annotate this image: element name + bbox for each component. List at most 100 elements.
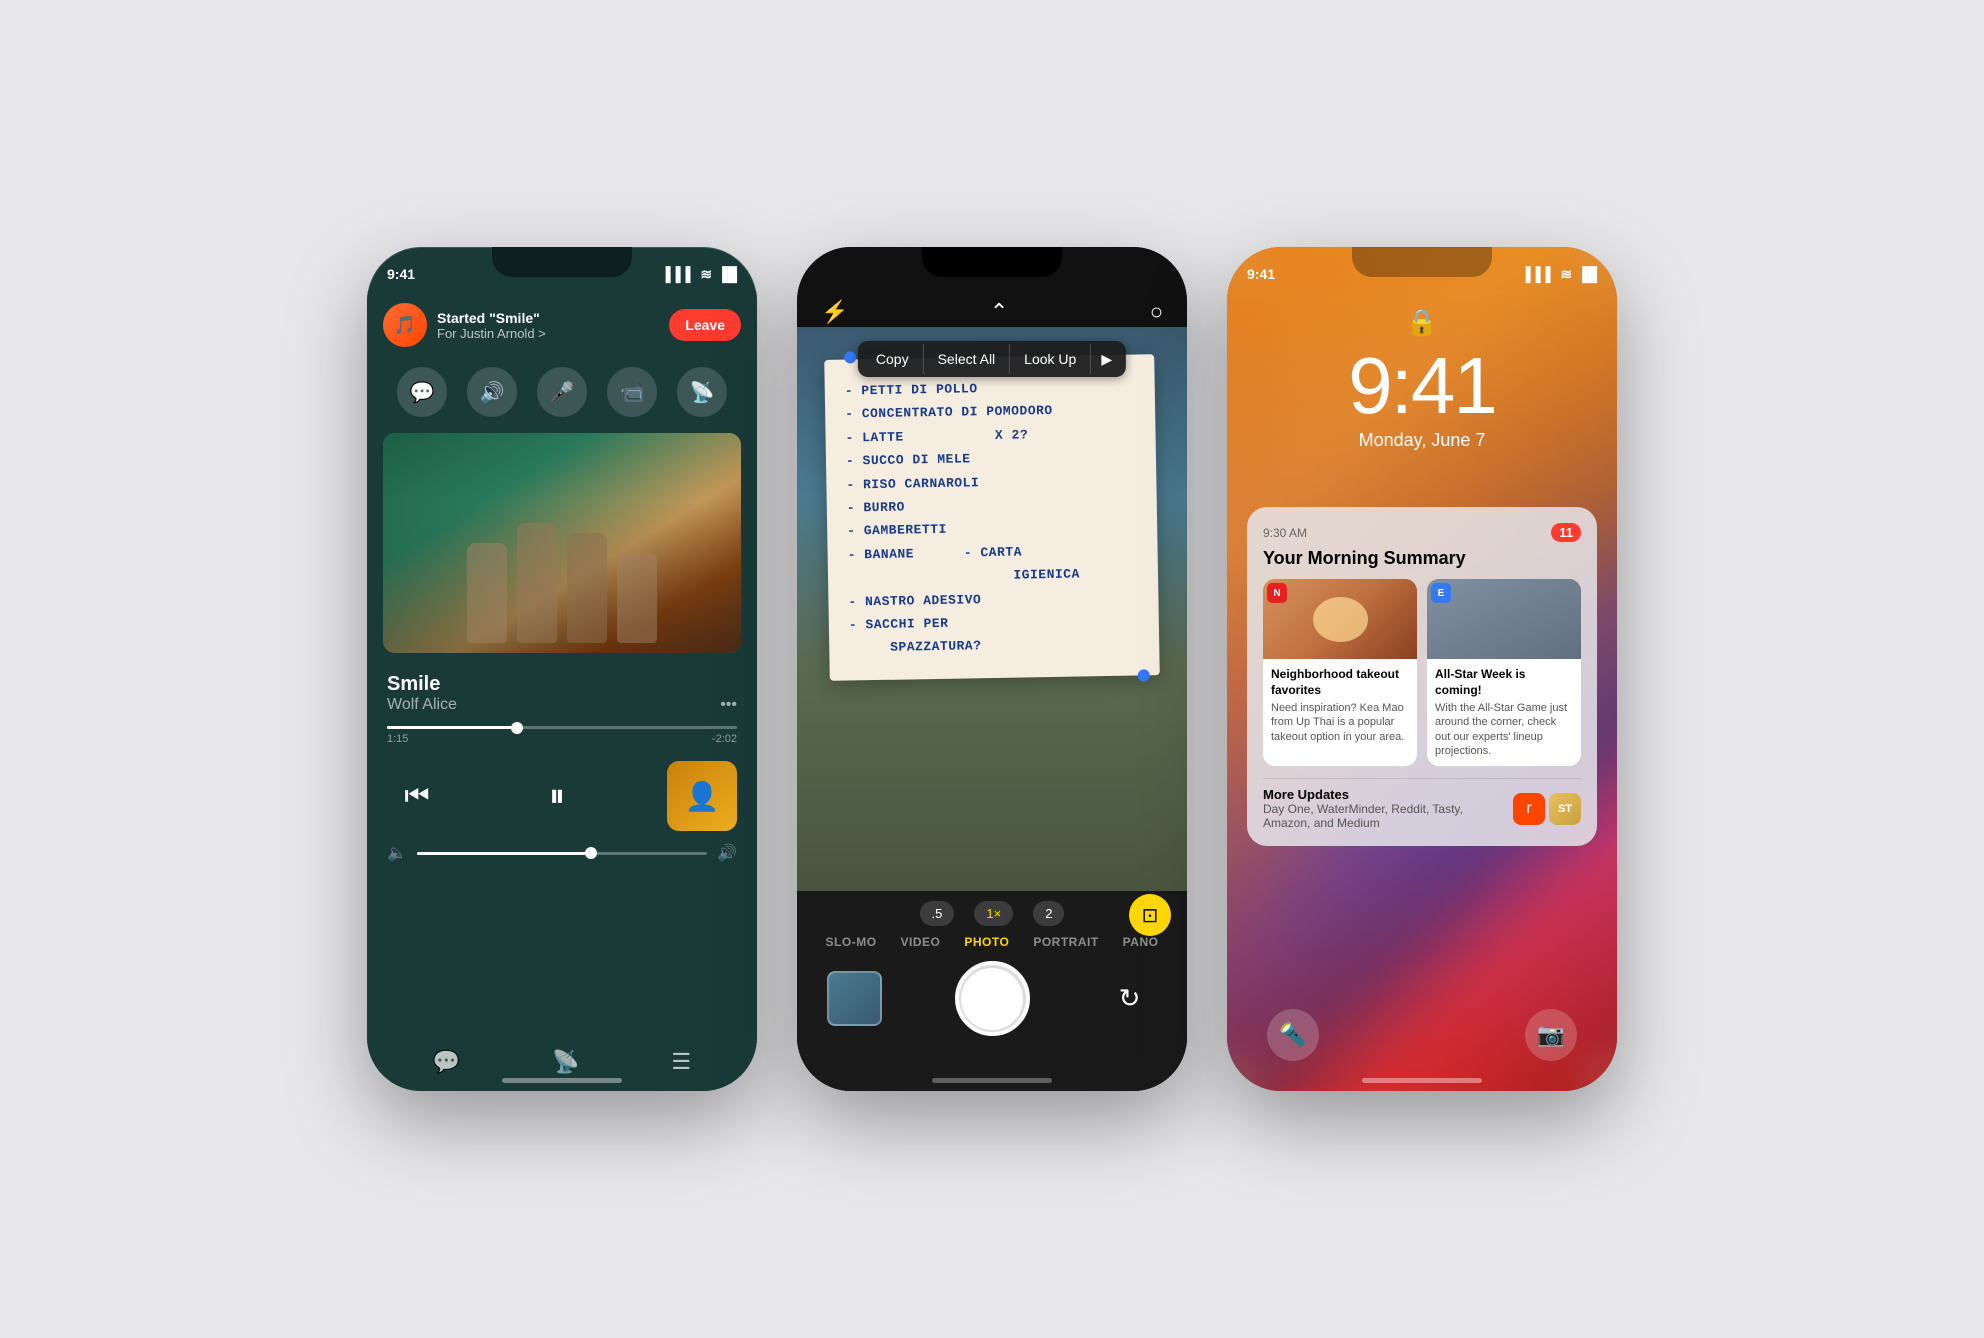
settings-circle-icon[interactable]: ○ (1150, 299, 1163, 325)
camera-quick-button[interactable]: 📷 (1525, 1009, 1577, 1061)
portrait-mode[interactable]: PORTRAIT (1033, 935, 1098, 949)
status-time-3: 9:41 (1247, 266, 1275, 282)
zoom-0.5-button[interactable]: .5 (920, 901, 955, 926)
audio-button[interactable]: 🔊 (467, 367, 517, 417)
selection-cursor (1138, 669, 1150, 681)
shutter-button[interactable] (955, 961, 1030, 1036)
lockscreen-content: 9:41 ▌▌▌ ≋ ▐█ 🔒 9:41 Monday, June 7 9:30… (1227, 247, 1617, 1091)
pano-mode[interactable]: PANO (1123, 935, 1159, 949)
notification-count: 11 (1551, 523, 1581, 542)
article-logo-2: E (1431, 583, 1451, 603)
band-silhouette (383, 499, 741, 653)
note-card: - PETTI DI POLLO - CONCENTRATO DI POMODO… (824, 354, 1160, 680)
status-icons-3: ▌▌▌ ≋ ▐█ (1526, 266, 1597, 283)
lock-date: Monday, June 7 (1359, 430, 1486, 451)
notch-2 (922, 247, 1062, 277)
select-all-menu-item[interactable]: Select All (924, 341, 1010, 377)
phone-camera: ⚡ ⌃ ○ Copy Select All Look Up ▶ (797, 247, 1187, 1091)
zoom-1x-button[interactable]: 1× (974, 901, 1013, 926)
volume-track[interactable] (417, 852, 707, 855)
photo-thumbnail[interactable] (827, 971, 882, 1026)
camera-modes: SLO-MO VIDEO PHOTO PORTRAIT PANO (797, 931, 1187, 957)
camera-viewfinder: Copy Select All Look Up ▶ - PETTI DI POL… (797, 327, 1187, 891)
article-desc-2: With the All-Star Game just around the c… (1435, 701, 1573, 758)
volume-control: 🔈 🔊 (367, 843, 757, 863)
progress-thumb[interactable] (511, 722, 523, 734)
look-up-menu-item[interactable]: Look Up (1010, 341, 1090, 377)
rewind-button[interactable]: ⏮ (387, 766, 447, 826)
signal-icon-3: ▌▌▌ (1526, 266, 1556, 282)
article-image-2: E (1427, 579, 1581, 659)
avatar: 🎵 (383, 303, 427, 347)
video-button[interactable]: 📹 (607, 367, 657, 417)
time-labels: 1:15 -2:02 (387, 733, 737, 745)
camera-screen: ⚡ ⌃ ○ Copy Select All Look Up ▶ (797, 247, 1187, 1091)
more-updates-desc: Day One, WaterMinder, Reddit, Tasty, Ama… (1263, 802, 1505, 830)
battery-icon-3: ▐█ (1577, 266, 1597, 282)
article-headline-1: Neighborhood takeout favorites (1271, 667, 1409, 698)
shareplay-screen: 🎵 Started "Smile" For Justin Arnold > Le… (367, 291, 757, 1091)
home-indicator-3[interactable] (1362, 1078, 1482, 1083)
more-updates-text: More Updates Day One, WaterMinder, Reddi… (1263, 787, 1505, 830)
shareplay-header: 🎵 Started "Smile" For Justin Arnold > Le… (367, 291, 757, 359)
phone-lockscreen: 9:41 ▌▌▌ ≋ ▐█ 🔒 9:41 Monday, June 7 9:30… (1227, 247, 1617, 1091)
progress-bar-container[interactable]: 1:15 -2:02 (367, 718, 757, 753)
slo-mo-mode[interactable]: SLO-MO (826, 935, 877, 949)
status-icons-1: ▌▌▌ ≋ ▐█ (666, 266, 737, 283)
album-art (383, 433, 741, 653)
live-text-icon[interactable]: ⊡ (1129, 894, 1171, 936)
chevron-up-icon[interactable]: ⌃ (990, 299, 1008, 325)
article-card-2[interactable]: E All-Star Week is coming! With the All-… (1427, 579, 1581, 766)
menu-more-arrow[interactable]: ▶ (1091, 343, 1122, 376)
home-indicator-1[interactable] (502, 1078, 622, 1083)
playback-controls: ⏮ ⏸ 👤 (367, 753, 757, 839)
article-headline-2: All-Star Week is coming! (1435, 667, 1573, 698)
live-text-menu: Copy Select All Look Up ▶ (858, 341, 1126, 377)
pause-button[interactable]: ⏸ (527, 766, 587, 826)
chat-button[interactable]: 💬 (397, 367, 447, 417)
person-2 (517, 523, 557, 643)
photo-mode[interactable]: PHOTO (964, 935, 1009, 949)
lock-icon: 🔒 (1406, 307, 1438, 338)
more-updates-title: More Updates (1263, 787, 1505, 802)
copy-menu-item[interactable]: Copy (862, 341, 923, 377)
camera-shutter-row: ↻ (797, 957, 1187, 1040)
lock-time: 9:41 (1348, 346, 1496, 426)
mic-button[interactable]: 🎤 (537, 367, 587, 417)
leave-button[interactable]: Leave (669, 309, 741, 341)
person-3 (567, 533, 607, 643)
camera-bottom: .5 1× 2 SLO-MO VIDEO PHOTO PORTRAIT PANO (797, 891, 1187, 1091)
notification-title: Your Morning Summary (1263, 548, 1581, 569)
current-time: 1:15 (387, 733, 408, 745)
article-card-1[interactable]: N Neighborhood takeout favorites Need in… (1263, 579, 1417, 766)
more-updates[interactable]: More Updates Day One, WaterMinder, Reddi… (1263, 778, 1581, 830)
article-body-2: All-Star Week is coming! With the All-St… (1427, 659, 1581, 766)
notification-card[interactable]: 9:30 AM 11 Your Morning Summary (1247, 507, 1597, 846)
flashlight-button[interactable]: 🔦 (1267, 1009, 1319, 1061)
progress-track[interactable] (387, 726, 737, 729)
article-body-1: Neighborhood takeout favorites Need insp… (1263, 659, 1417, 752)
status-time-1: 9:41 (387, 266, 415, 282)
notch-1 (492, 247, 632, 277)
person-1 (467, 543, 507, 643)
app-icons-row: r ST (1513, 793, 1581, 825)
volume-thumb[interactable] (585, 847, 597, 859)
shareplay-button[interactable]: 📡 (677, 367, 727, 417)
wifi-icon-3: ≋ (1560, 266, 1572, 283)
notification-articles: N Neighborhood takeout favorites Need in… (1263, 579, 1581, 766)
food-shape (1313, 597, 1368, 642)
flash-icon[interactable]: ⚡ (821, 299, 848, 325)
lyrics-button[interactable]: 💬 (433, 1049, 460, 1075)
flip-camera-button[interactable]: ↻ (1102, 971, 1157, 1026)
st-icon: ST (1549, 793, 1581, 825)
zoom-2-button[interactable]: 2 (1033, 901, 1064, 926)
volume-low-icon: 🔈 (387, 843, 407, 863)
airplay-button[interactable]: 📡 (552, 1049, 579, 1075)
queue-button[interactable]: ☰ (671, 1049, 691, 1075)
battery-icon: ▐█ (717, 266, 737, 282)
home-indicator-2[interactable] (932, 1078, 1052, 1083)
shareplay-subtitle: For Justin Arnold > (437, 326, 659, 341)
more-options-icon[interactable]: ••• (720, 696, 737, 714)
note-line-12: SPAZZATURA? (849, 632, 1139, 660)
video-mode[interactable]: VIDEO (901, 935, 941, 949)
